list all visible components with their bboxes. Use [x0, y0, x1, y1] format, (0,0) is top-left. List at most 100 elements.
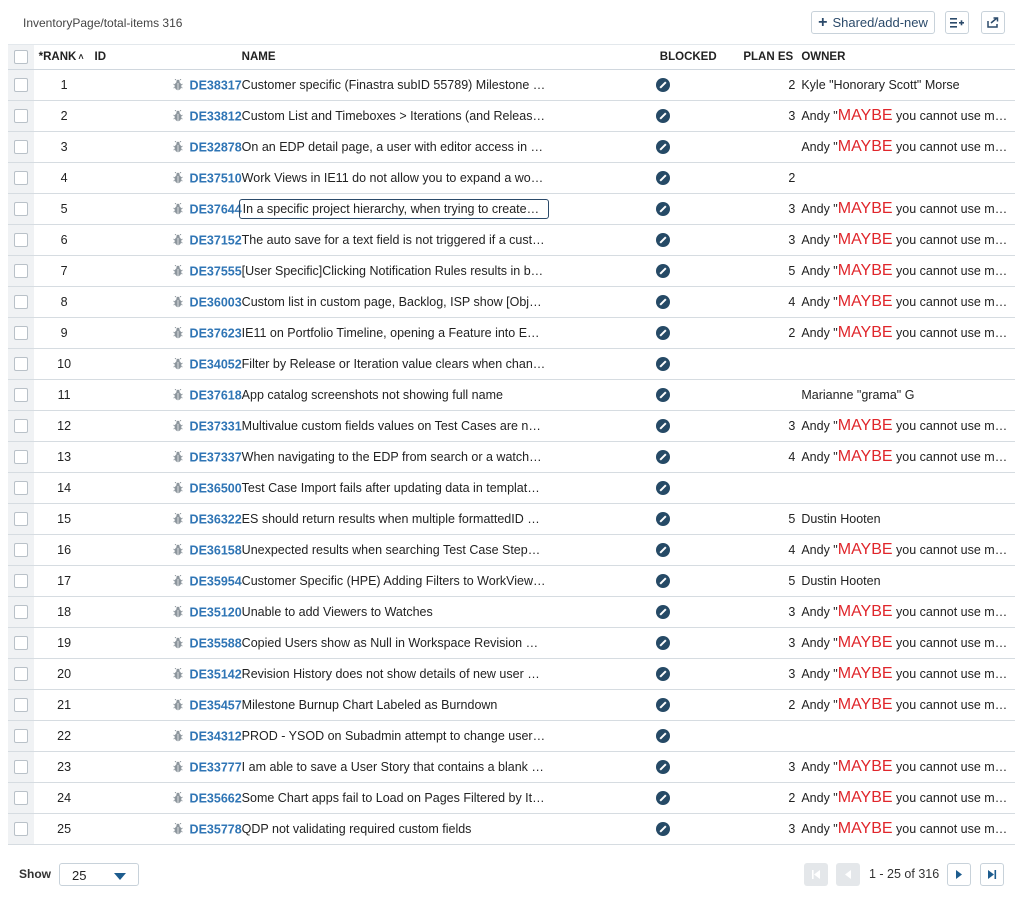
row-checkbox[interactable] [13, 109, 28, 124]
row-checkbox[interactable] [13, 574, 28, 589]
name-cell[interactable]: QDP not validating required custom field… [239, 813, 602, 845]
blocked-cell[interactable] [601, 534, 724, 566]
name-cell[interactable]: Filter by Release or Iteration value cle… [239, 348, 602, 380]
defect-id-link[interactable]: DE37152 [190, 233, 242, 247]
add-column-button[interactable] [945, 11, 969, 34]
owner-cell[interactable]: Andy "MAYBE you cannot use m… [801, 410, 1015, 442]
row-checkbox[interactable] [13, 388, 28, 403]
name-cell[interactable]: On an EDP detail page, a user with edito… [241, 131, 602, 163]
defect-id-link[interactable]: DE37623 [190, 326, 242, 340]
defect-id-link[interactable]: DE36500 [190, 481, 242, 495]
row-checkbox[interactable] [13, 78, 28, 93]
plan-estimate-cell[interactable] [723, 472, 802, 504]
defect-name[interactable]: ES should return results when multiple f… [239, 510, 549, 528]
row-checkbox[interactable] [13, 295, 28, 310]
defect-name[interactable]: Test Case Import fails after updating da… [239, 479, 549, 497]
defect-id-link[interactable]: DE36322 [190, 512, 242, 526]
blocked-icon[interactable] [655, 543, 670, 558]
name-cell[interactable]: Custom list in custom page, Backlog, ISP… [241, 286, 602, 318]
row-checkbox[interactable] [13, 481, 28, 496]
defect-name[interactable]: Milestone Burnup Chart Labeled as Burndo… [239, 696, 549, 714]
owner-cell[interactable]: Andy "MAYBE you cannot use m… [801, 131, 1015, 163]
table-row[interactable]: 1 DE38317 Customer specific (Finastra subI… [8, 69, 1015, 101]
blocked-cell[interactable] [601, 162, 724, 194]
name-cell[interactable]: Unexpected results when searching Test C… [239, 534, 602, 566]
defect-name[interactable]: App catalog screenshots not showing full… [239, 386, 549, 404]
row-checkbox[interactable] [13, 326, 28, 341]
name-cell[interactable]: Test Case Import fails after updating da… [239, 472, 602, 504]
owner-cell[interactable]: Andy "MAYBE you cannot use m… [801, 689, 1015, 721]
row-checkbox[interactable] [13, 264, 28, 279]
blocked-cell[interactable] [601, 317, 724, 349]
defect-name[interactable]: The auto save for a text field is not tr… [239, 231, 549, 249]
export-button[interactable] [981, 11, 1005, 34]
table-row[interactable]: 7 DE37555 [User Specific]Clicking Notifica… [8, 255, 1015, 287]
table-row[interactable]: 21 DE35457 Milestone Burnup Chart Labeled … [8, 689, 1015, 721]
row-checkbox[interactable] [13, 543, 28, 558]
table-row[interactable]: 6 DE37152 The auto save for a text field i… [8, 224, 1015, 256]
plan-estimate-cell[interactable] [723, 131, 802, 163]
table-row[interactable]: 16 DE36158 Unexpected results when searchi… [8, 534, 1015, 566]
blocked-icon[interactable] [655, 791, 670, 806]
blocked-cell[interactable] [601, 441, 724, 473]
owner-cell[interactable]: Andy "MAYBE you cannot use m… [801, 317, 1015, 349]
blocked-cell[interactable] [601, 193, 724, 225]
defect-name[interactable]: Some Chart apps fail to Load on Pages Fi… [239, 789, 549, 807]
id-header[interactable]: ID [94, 44, 242, 70]
plan-estimate-cell[interactable] [723, 348, 802, 380]
name-cell[interactable]: Work Views in IE11 do not allow you to e… [241, 162, 602, 194]
row-checkbox[interactable] [13, 171, 28, 186]
table-row[interactable]: 19 DE35588 Copied Users show as Null in Wo… [8, 627, 1015, 659]
owner-cell[interactable] [801, 472, 1015, 504]
name-cell[interactable]: The auto save for a text field is not tr… [239, 224, 602, 256]
owner-header[interactable]: OWNER [801, 44, 1015, 70]
blocked-cell[interactable] [601, 472, 724, 504]
table-row[interactable]: 13 DE37337 When navigating to the EDP from… [8, 441, 1015, 473]
defect-id-link[interactable]: DE37618 [190, 388, 242, 402]
blocked-cell[interactable] [601, 224, 724, 256]
owner-cell[interactable]: Andy "MAYBE you cannot use m… [801, 751, 1015, 783]
add-new-button[interactable]: + Shared/add-new [811, 11, 935, 34]
plan-estimate-cell[interactable]: 2 [723, 317, 802, 349]
defect-id-link[interactable]: DE33812 [190, 109, 242, 123]
defect-name[interactable]: Customer Specific (HPE) Adding Filters t… [239, 572, 549, 590]
name-header[interactable]: NAME [241, 44, 602, 70]
blocked-cell[interactable] [601, 627, 724, 659]
owner-cell[interactable]: Andy "MAYBE you cannot use m… [801, 286, 1015, 318]
row-checkbox[interactable] [13, 419, 28, 434]
plan-estimate-cell[interactable]: 3 [723, 100, 802, 132]
table-row[interactable]: 20 DE35142 Revision History does not show … [8, 658, 1015, 690]
defect-name[interactable]: [User Specific]Clicking Notification Rul… [239, 262, 549, 280]
defect-name[interactable]: QDP not validating required custom field… [239, 820, 549, 838]
defect-name[interactable]: Filter by Release or Iteration value cle… [239, 355, 549, 373]
name-cell[interactable]: Customer specific (Finastra subID 55789)… [241, 69, 602, 101]
row-checkbox[interactable] [13, 202, 28, 217]
row-checkbox[interactable] [13, 667, 28, 682]
row-checkbox[interactable] [13, 233, 28, 248]
owner-cell[interactable]: Andy "MAYBE you cannot use m… [801, 224, 1015, 256]
table-row[interactable]: 25 DE35778 QDP not validating required cus… [8, 813, 1015, 845]
blocked-icon[interactable] [655, 264, 670, 279]
table-row[interactable]: 12 DE37331 Multivalue custom fields values… [8, 410, 1015, 442]
plan-estimate-cell[interactable]: 4 [723, 534, 802, 566]
owner-cell[interactable] [801, 162, 1015, 194]
plan-estimate-cell[interactable]: 3 [723, 627, 802, 659]
defect-name[interactable]: Unexpected results when searching Test C… [239, 541, 549, 559]
blocked-icon[interactable] [655, 78, 670, 93]
table-row[interactable]: 3 DE32878 On an EDP detail page, a user wi… [8, 131, 1015, 163]
defect-id-link[interactable]: DE35954 [190, 574, 242, 588]
blocked-cell[interactable] [601, 379, 724, 411]
blocked-cell[interactable] [601, 69, 724, 101]
table-row[interactable]: 22 DE34312 PROD - YSOD on Subadmin attempt… [8, 720, 1015, 752]
blocked-icon[interactable] [655, 233, 670, 248]
row-checkbox[interactable] [13, 605, 28, 620]
table-row[interactable]: 23 DE33777 I am able to save a User Story … [8, 751, 1015, 783]
plan-estimate-cell[interactable]: 5 [723, 565, 802, 597]
blocked-cell[interactable] [601, 813, 724, 845]
defect-id-link[interactable]: DE35588 [190, 636, 242, 650]
defect-id-link[interactable]: DE34052 [190, 357, 242, 371]
blocked-cell[interactable] [601, 720, 724, 752]
row-checkbox[interactable] [13, 760, 28, 775]
name-cell[interactable]: In a specific project hierarchy, when tr… [238, 193, 602, 225]
owner-cell[interactable]: Andy "MAYBE you cannot use m… [801, 255, 1015, 287]
